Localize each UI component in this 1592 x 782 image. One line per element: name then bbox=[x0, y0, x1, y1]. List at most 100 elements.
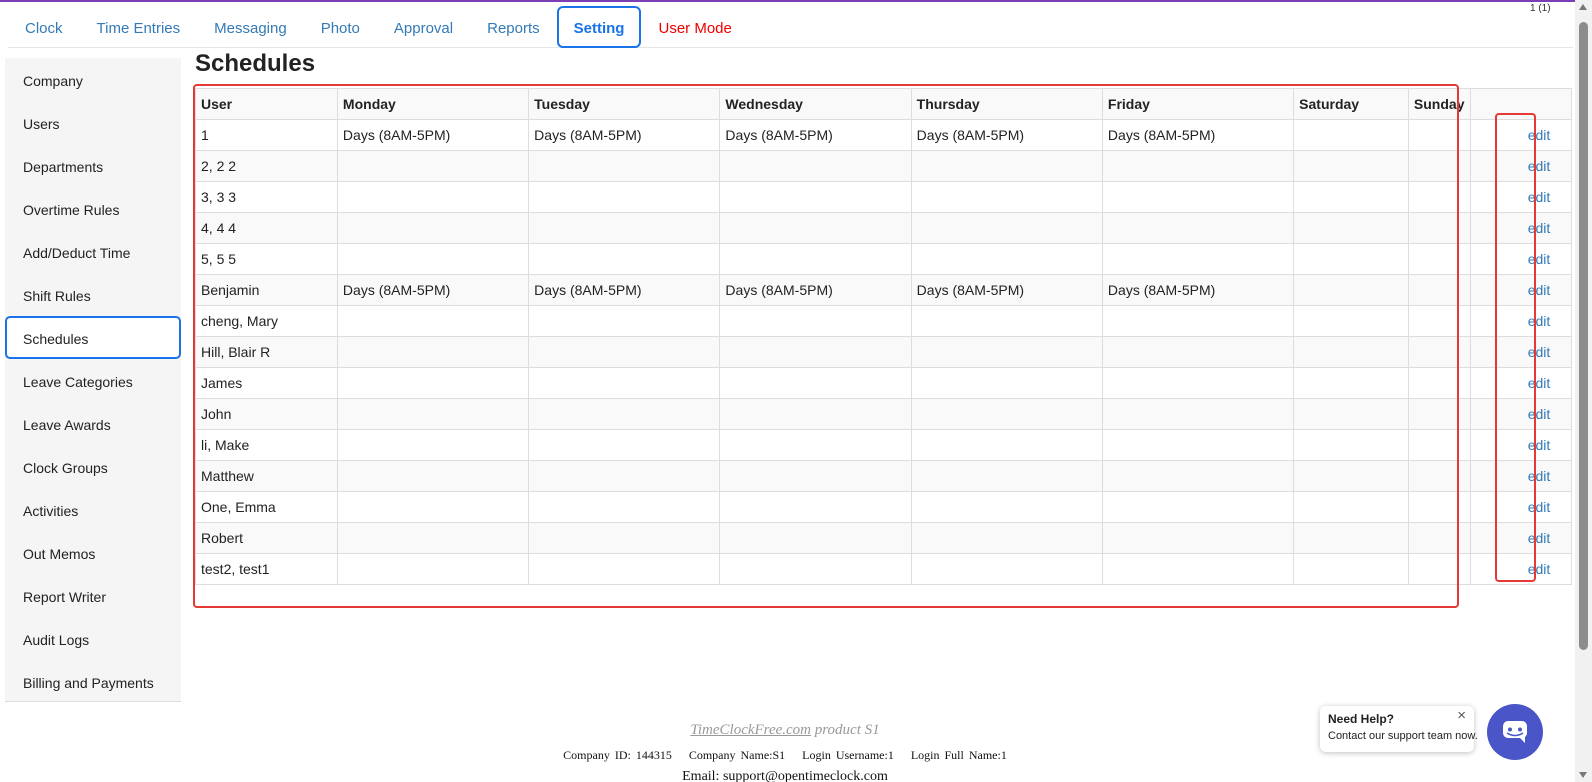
top-nav: Clock Time Entries Messaging Photo Approval R… bbox=[8, 5, 1573, 48]
schedule-cell bbox=[1407, 429, 1472, 461]
schedule-cell bbox=[336, 553, 530, 585]
sidebar-item-billing-and-payments[interactable]: Billing and Payments bbox=[5, 660, 181, 703]
edit-link[interactable]: edit bbox=[1528, 437, 1551, 453]
schedule-cell bbox=[719, 212, 912, 244]
top-accent-bar bbox=[0, 0, 1592, 2]
help-widget-card[interactable]: Need Help? Contact our support team now.… bbox=[1320, 706, 1478, 752]
edit-link[interactable]: edit bbox=[1528, 530, 1551, 546]
edit-link[interactable]: edit bbox=[1528, 313, 1551, 329]
schedule-cell bbox=[1101, 181, 1295, 213]
vertical-scrollbar[interactable] bbox=[1575, 0, 1592, 782]
tab-approval[interactable]: Approval bbox=[377, 6, 470, 48]
column-header-monday: Monday bbox=[336, 88, 530, 120]
schedule-cell bbox=[528, 553, 721, 585]
user-cell: One, Emma bbox=[195, 491, 338, 523]
sidebar-item-leave-awards[interactable]: Leave Awards bbox=[5, 402, 181, 445]
edit-cell: edit bbox=[1507, 243, 1573, 275]
help-title: Need Help? bbox=[1328, 712, 1395, 726]
user-cell: John bbox=[195, 398, 338, 430]
table-row: 3, 3 3 edit bbox=[195, 181, 1573, 213]
schedule-cell bbox=[1101, 429, 1295, 461]
scroll-down-arrow-icon[interactable] bbox=[1579, 772, 1587, 778]
schedule-cell bbox=[528, 398, 721, 430]
close-icon[interactable]: × bbox=[1457, 707, 1466, 724]
schedule-cell: Days (8AM-5PM) bbox=[336, 274, 530, 306]
sidebar-item-shift-rules[interactable]: Shift Rules bbox=[5, 273, 181, 316]
schedule-cell bbox=[1101, 460, 1295, 492]
sidebar-item-company[interactable]: Company bbox=[5, 58, 181, 101]
schedule-cell bbox=[528, 150, 721, 182]
tab-time-entries[interactable]: Time Entries bbox=[80, 6, 198, 48]
spacer-cell bbox=[1470, 491, 1508, 523]
schedule-cell bbox=[1293, 212, 1409, 244]
footer-brand-link[interactable]: TimeClockFree.com bbox=[690, 722, 811, 738]
spacer-cell bbox=[1470, 553, 1508, 585]
schedule-cell bbox=[1293, 491, 1409, 523]
edit-link[interactable]: edit bbox=[1528, 344, 1551, 360]
edit-link[interactable]: edit bbox=[1528, 251, 1551, 267]
table-row: John edit bbox=[195, 398, 1573, 430]
schedule-cell bbox=[528, 181, 721, 213]
tab-messaging[interactable]: Messaging bbox=[197, 6, 304, 48]
sidebar-item-departments[interactable]: Departments bbox=[5, 144, 181, 187]
column-header-sunday: Sunday bbox=[1407, 88, 1472, 120]
tab-user-mode[interactable]: User Mode bbox=[641, 6, 748, 48]
user-cell: James bbox=[195, 367, 338, 399]
table-row: Robert edit bbox=[195, 522, 1573, 554]
sidebar-item-add-deduct-time[interactable]: Add/Deduct Time bbox=[5, 230, 181, 273]
scrollbar-thumb[interactable] bbox=[1579, 22, 1588, 650]
schedule-cell bbox=[1407, 181, 1472, 213]
schedule-cell bbox=[1293, 150, 1409, 182]
sidebar-item-audit-logs[interactable]: Audit Logs bbox=[5, 617, 181, 660]
sidebar-item-schedules[interactable]: Schedules bbox=[5, 316, 181, 359]
company-id: Company ID: 144315 bbox=[563, 748, 672, 762]
sidebar-item-clock-groups[interactable]: Clock Groups bbox=[5, 445, 181, 488]
chat-support-button[interactable] bbox=[1487, 704, 1543, 760]
edit-link[interactable]: edit bbox=[1528, 127, 1551, 143]
tab-clock[interactable]: Clock bbox=[8, 6, 80, 48]
column-header-blank-8 bbox=[1470, 88, 1508, 120]
sidebar-item-activities[interactable]: Activities bbox=[5, 488, 181, 531]
schedule-cell bbox=[1293, 274, 1409, 306]
schedule-cell bbox=[719, 522, 912, 554]
sidebar-item-overtime-rules[interactable]: Overtime Rules bbox=[5, 187, 181, 230]
edit-link[interactable]: edit bbox=[1528, 468, 1551, 484]
edit-cell: edit bbox=[1507, 150, 1573, 182]
sidebar-item-report-writer[interactable]: Report Writer bbox=[5, 574, 181, 617]
scroll-up-arrow-icon[interactable] bbox=[1579, 4, 1587, 10]
schedule-cell bbox=[719, 429, 912, 461]
schedule-cell bbox=[910, 150, 1103, 182]
tab-reports[interactable]: Reports bbox=[470, 6, 557, 48]
spacer-cell bbox=[1470, 181, 1508, 213]
spacer-cell bbox=[1470, 243, 1508, 275]
sidebar-item-leave-categories[interactable]: Leave Categories bbox=[5, 359, 181, 402]
edit-link[interactable]: edit bbox=[1528, 282, 1551, 298]
schedule-cell bbox=[336, 243, 530, 275]
user-cell: Matthew bbox=[195, 460, 338, 492]
edit-link[interactable]: edit bbox=[1528, 561, 1551, 577]
edit-link[interactable]: edit bbox=[1528, 158, 1551, 174]
schedule-cell: Days (8AM-5PM) bbox=[528, 119, 721, 151]
schedule-cell bbox=[910, 181, 1103, 213]
edit-link[interactable]: edit bbox=[1528, 499, 1551, 515]
spacer-cell bbox=[1470, 398, 1508, 430]
schedule-cell bbox=[1293, 429, 1409, 461]
user-cell: Hill, Blair R bbox=[195, 336, 338, 368]
sidebar-item-out-memos[interactable]: Out Memos bbox=[5, 531, 181, 574]
edit-link[interactable]: edit bbox=[1528, 220, 1551, 236]
edit-cell: edit bbox=[1507, 522, 1573, 554]
schedule-cell bbox=[910, 398, 1103, 430]
schedule-cell bbox=[1293, 119, 1409, 151]
edit-link[interactable]: edit bbox=[1528, 189, 1551, 205]
help-subtitle: Contact our support team now. bbox=[1328, 730, 1478, 742]
schedule-cell bbox=[1407, 212, 1472, 244]
tab-photo[interactable]: Photo bbox=[304, 6, 377, 48]
schedule-cell bbox=[1407, 491, 1472, 523]
edit-link[interactable]: edit bbox=[1528, 406, 1551, 422]
tab-setting[interactable]: Setting bbox=[556, 5, 642, 48]
sidebar-item-users[interactable]: Users bbox=[5, 101, 181, 144]
schedule-cell bbox=[1407, 553, 1472, 585]
page-title: Schedules bbox=[195, 50, 316, 77]
edit-link[interactable]: edit bbox=[1528, 375, 1551, 391]
schedule-cell bbox=[1407, 460, 1472, 492]
